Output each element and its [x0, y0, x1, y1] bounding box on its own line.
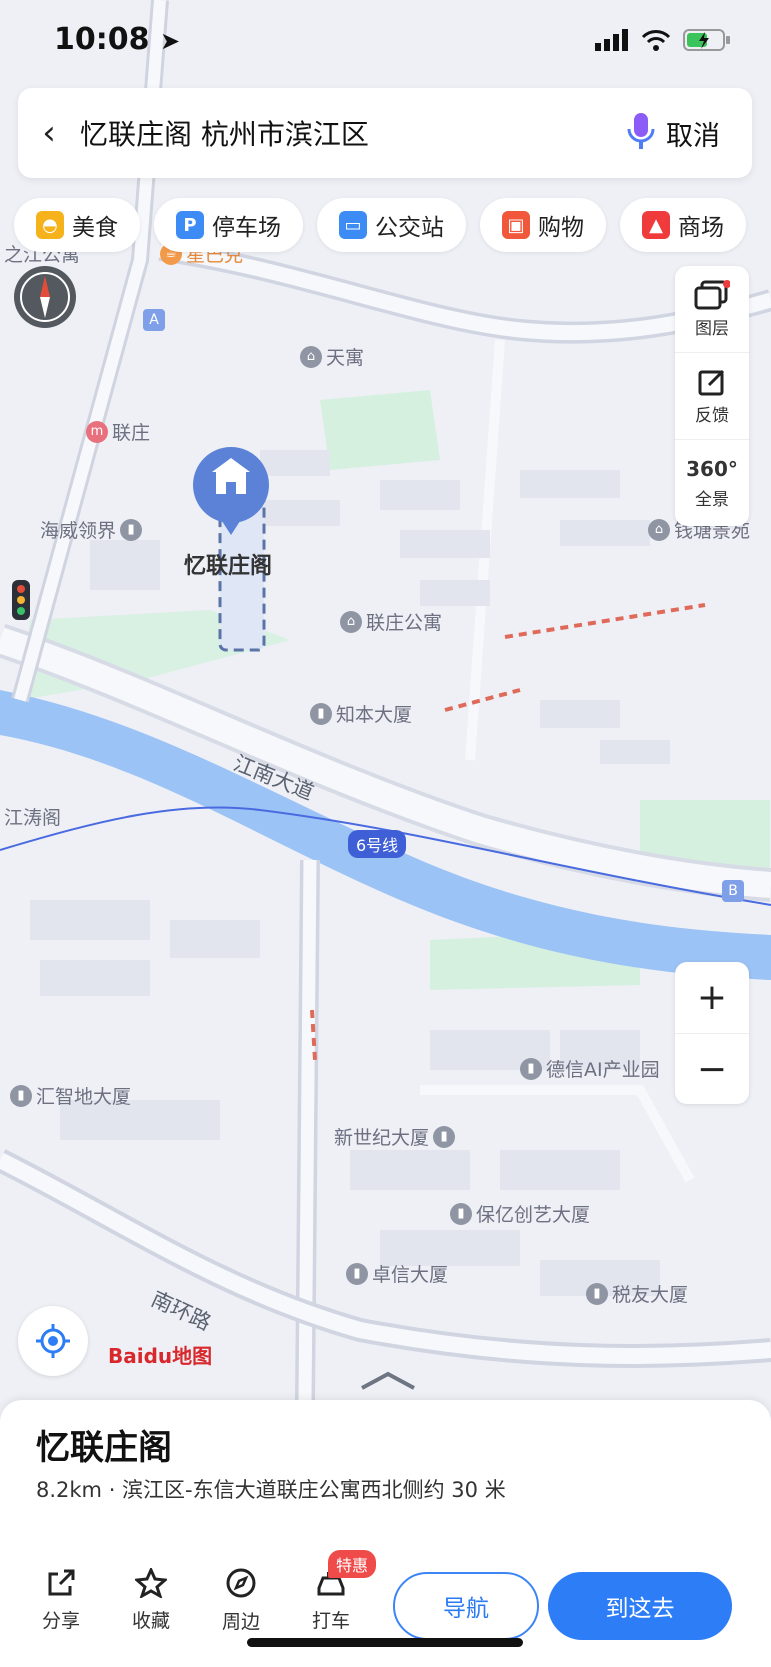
- signal-icon: [595, 29, 628, 51]
- metro-icon: m: [86, 420, 108, 443]
- building-icon: ▮: [310, 702, 332, 725]
- place-sheet[interactable]: 忆联庄阁 8.2km · 滨江区-东信大道联庄公寓西北侧约 30 米 分享 收藏…: [0, 1371, 771, 1667]
- poi-baoyi[interactable]: ▮ 保亿创艺大厦: [450, 1200, 590, 1227]
- poi-jiangtao[interactable]: 江涛阁: [4, 803, 61, 830]
- search-bar[interactable]: ‹ 忆联庄阁 杭州市滨江区 取消: [18, 88, 752, 178]
- metro-line-badge: 6号线: [348, 830, 407, 858]
- bus-stop-icon: ▭: [339, 211, 367, 239]
- residence-icon: ⌂: [340, 610, 362, 633]
- residence-icon: ⌂: [300, 345, 322, 368]
- poi-lianzhuang[interactable]: m 联庄: [86, 418, 150, 445]
- building-icon: ▮: [433, 1125, 456, 1148]
- favorite-button[interactable]: 收藏: [106, 1567, 196, 1633]
- chevron-up-icon: [361, 1371, 415, 1390]
- mall-icon: ▲: [642, 211, 670, 239]
- go-here-button[interactable]: 到这去: [548, 1572, 732, 1640]
- building-icon: ▮: [450, 1202, 472, 1225]
- poi-dexin[interactable]: ▮ 德信AI产业园: [520, 1055, 660, 1082]
- residence-icon: ⌂: [648, 518, 670, 541]
- zoom-out-button[interactable]: −: [675, 1034, 749, 1105]
- status-bar: 10:08 ➤: [0, 0, 771, 86]
- status-icons: [595, 28, 731, 52]
- taxi-button[interactable]: 特惠 打车: [286, 1549, 376, 1633]
- marker-a: A: [143, 309, 165, 331]
- zoom-controls: + −: [675, 962, 749, 1104]
- navigate-button[interactable]: 导航: [393, 1572, 539, 1640]
- wifi-icon: [641, 30, 671, 51]
- poi-shuiyou[interactable]: ▮ 税友大厦: [586, 1280, 688, 1307]
- chip-parking[interactable]: P 停车场: [154, 198, 303, 252]
- share-button[interactable]: 分享: [16, 1568, 106, 1633]
- poi-lianzhuang-apt[interactable]: ⌂ 联庄公寓: [340, 608, 442, 635]
- baidu-map-logo: Baidu地图: [108, 1344, 213, 1368]
- building-icon: ▮: [520, 1057, 542, 1080]
- chip-bus-stop[interactable]: ▭ 公交站: [317, 198, 466, 252]
- location-arrow-icon: ➤: [159, 27, 181, 55]
- cancel-button[interactable]: 取消: [666, 114, 720, 153]
- search-query[interactable]: 忆联庄阁 杭州市滨江区: [80, 113, 616, 153]
- home-indicator: [247, 1638, 523, 1647]
- poi-huizhi[interactable]: ▮ 汇智地大厦: [10, 1082, 131, 1109]
- chip-mall[interactable]: ▲ 商场: [620, 198, 746, 252]
- compass-button[interactable]: [14, 266, 76, 328]
- chip-food[interactable]: ◓ 美食: [14, 198, 140, 252]
- promo-badge: 特惠: [328, 1549, 376, 1578]
- crosshair-icon: [36, 1324, 70, 1358]
- poi-zhiben[interactable]: ▮ 知本大厦: [310, 700, 412, 727]
- food-icon: ◓: [36, 211, 64, 239]
- microphone-icon: [627, 113, 655, 149]
- panorama-button[interactable]: 360° 全景: [675, 440, 749, 526]
- compass-icon: [20, 272, 70, 322]
- marker-b: B: [722, 880, 744, 902]
- star-icon: [135, 1567, 167, 1598]
- poi-xinshiji[interactable]: 新世纪大厦 ▮: [334, 1123, 456, 1150]
- poi-zhuoxin[interactable]: ▮ 卓信大厦: [346, 1260, 448, 1287]
- locate-button[interactable]: [18, 1306, 88, 1376]
- sheet-handle[interactable]: [360, 1370, 416, 1394]
- place-info: 8.2km · 滨江区-东信大道联庄公寓西北侧约 30 米: [36, 1478, 506, 1502]
- building-icon: ▮: [586, 1282, 608, 1305]
- compass-icon: [226, 1568, 256, 1597]
- back-button[interactable]: ‹: [18, 113, 80, 153]
- chevron-left-icon: ‹: [42, 113, 56, 153]
- poi-haiwei[interactable]: 海威领界 ▮: [40, 516, 143, 543]
- battery-icon: [683, 29, 730, 51]
- building-icon: ▮: [120, 518, 143, 541]
- place-name: 忆联庄阁: [36, 1428, 172, 1468]
- voice-button[interactable]: [616, 111, 666, 155]
- poi-tianyu[interactable]: ⌂ 天寓: [300, 343, 364, 370]
- shopping-icon: ▣: [502, 211, 530, 239]
- minus-icon: −: [696, 1049, 728, 1090]
- layers-button[interactable]: 图层: [675, 266, 749, 353]
- category-chips: ◓ 美食 P 停车场 ▭ 公交站 ▣ 购物 ▲ 商场: [14, 198, 746, 252]
- parking-icon: P: [176, 211, 204, 239]
- zoom-in-button[interactable]: +: [675, 962, 749, 1034]
- status-time: 10:08 ➤: [54, 22, 181, 57]
- panorama-360-icon: 360°: [686, 456, 738, 481]
- building-icon: ▮: [346, 1262, 368, 1285]
- building-icon: ▮: [10, 1084, 32, 1107]
- edit-icon: [698, 369, 725, 395]
- plus-icon: +: [696, 977, 728, 1018]
- selected-place-label[interactable]: 忆联庄阁: [184, 548, 272, 580]
- map-tools: 图层 反馈 360° 全景: [675, 266, 749, 526]
- chip-shopping[interactable]: ▣ 购物: [480, 198, 606, 252]
- share-icon: [48, 1569, 75, 1595]
- feedback-button[interactable]: 反馈: [675, 353, 749, 440]
- nearby-button[interactable]: 周边: [196, 1567, 286, 1634]
- layers-icon: [694, 279, 730, 309]
